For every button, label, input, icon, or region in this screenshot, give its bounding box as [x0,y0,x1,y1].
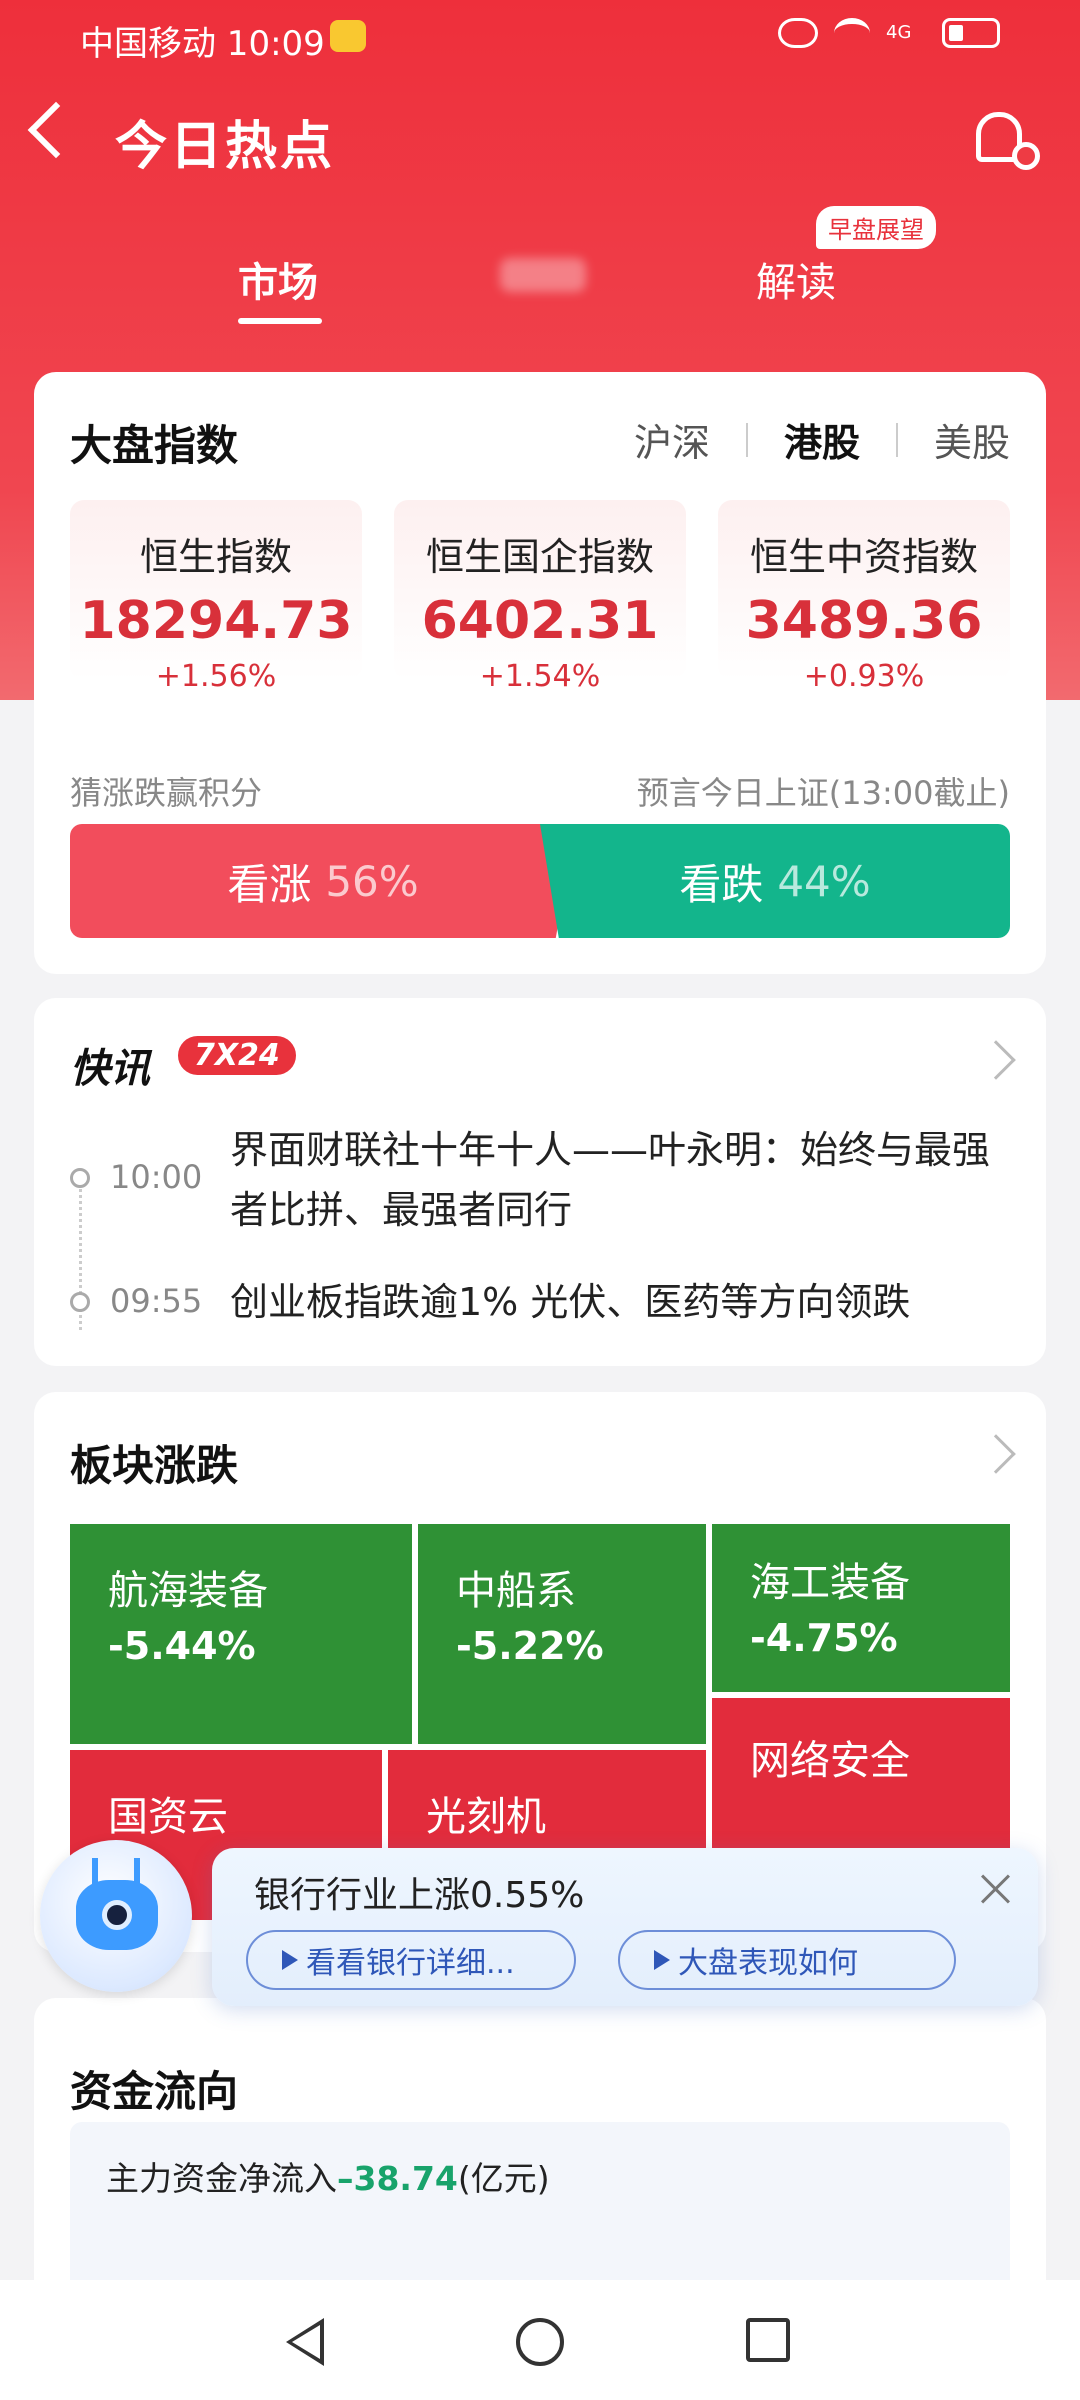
sector-tile[interactable]: 中船系 -5.22% [418,1524,706,1744]
news-time: 09:55 [110,1282,203,1320]
index-change: +0.93% [803,659,925,694]
nav-back-icon[interactable] [286,2318,324,2366]
index-card-title: 大盘指数 [70,421,239,470]
eye-icon [778,18,818,48]
news-logo: 快讯 [70,1046,150,1092]
vote-down-pct: 44% [777,856,871,906]
index-tile[interactable]: 恒生指数 18294.73 +1.56% [70,500,362,694]
robot-eye [102,1900,132,1930]
timeline-dot [70,1168,90,1188]
market-performance-label: 大盘表现如何 [678,1946,858,1981]
news-headline[interactable]: 界面财联社十年十人——叶永明：始终与最强者比拼、最强者同行 [230,1120,1010,1240]
close-icon[interactable] [976,1868,1016,1908]
sector-change: -5.44% [108,1624,256,1668]
chevron-right-icon[interactable] [976,1040,1016,1080]
divider [745,422,748,457]
sector-name: 网络安全 [750,1738,910,1784]
sector-change: -5.22% [456,1624,604,1668]
news-time: 10:00 [110,1158,203,1196]
system-nav-bar [0,2280,1080,2400]
robot-head [76,1880,158,1950]
status-bar: 中国移动 10:09 4G [0,0,1080,80]
tab-badge: 早盘展望 [816,206,936,249]
sector-name: 海工装备 [750,1560,910,1606]
weibo-notification-icon [330,20,366,52]
wifi-icon [834,18,870,48]
fund-flow-summary: 主力资金净流入–38.74(亿元) [106,2152,550,2200]
vote-up-label: 看涨 [227,859,312,909]
index-value: 18294.73 [79,591,353,651]
antenna [134,1858,140,1884]
news-tag: 7X24 [178,1036,296,1075]
bank-detail-label: 看看银行详细... [306,1946,515,1981]
fund-flow-label: 主力资金净流入 [106,2159,337,2198]
play-icon [654,1950,670,1970]
fund-flow-card: 资金流向 主力资金净流入–38.74(亿元) [34,1998,1046,2332]
index-change: +1.56% [155,659,277,694]
index-card: 大盘指数 沪深 港股 美股 恒生指数 18294.73 +1.56% 恒生国企指… [34,372,1046,974]
tab-interpretation[interactable]: 解读 [756,250,836,308]
battery-icon [942,18,1000,48]
tab-active-indicator [238,318,322,324]
news-card[interactable]: 快讯 7X24 10:00 界面财联社十年十人——叶永明：始终与最强者比拼、最强… [34,998,1046,1366]
segment-us[interactable]: 美股 [934,412,1010,467]
fund-flow-title: 资金流向 [70,2067,239,2116]
index-tile[interactable]: 恒生中资指数 3489.36 +0.93% [718,500,1010,694]
predict-caption: 预言今日上证(13:00截止) [636,774,1010,812]
sector-tile[interactable]: 航海装备 -5.44% [70,1524,412,1744]
antenna [92,1858,98,1884]
bank-detail-button[interactable]: 看看银行详细... [246,1930,576,1990]
index-change: +1.54% [479,659,601,694]
news-headline[interactable]: 创业板指跌逾1% 光伏、医药等方向领跌 [230,1272,1010,1332]
notification-settings-icon[interactable] [976,108,1040,170]
carrier-time: 中国移动 10:09 [80,24,325,64]
segment-hk[interactable]: 港股 [784,412,860,467]
index-name: 恒生国企指数 [425,535,654,579]
assistant-avatar-icon[interactable] [40,1840,192,1992]
sector-name: 航海装备 [108,1568,268,1614]
sector-name: 光刻机 [426,1794,546,1840]
sector-change: -4.75% [750,1616,898,1660]
sector-name: 国资云 [108,1794,228,1840]
vote-up-pct: 56% [325,856,419,906]
segment-hs[interactable]: 沪深 [634,412,710,467]
nav-recent-apps-icon[interactable] [746,2318,790,2362]
vote-down-button[interactable]: 看跌 44% [540,824,1010,938]
fund-flow-value: –38.74 [337,2159,458,2198]
index-value: 6402.31 [421,591,659,651]
page-title: 今日热点 [115,117,336,177]
sector-tile[interactable]: 海工装备 -4.75% [712,1524,1010,1692]
gear-icon [1012,142,1040,170]
signal-icon: 4G [886,22,912,43]
index-name: 恒生中资指数 [749,535,978,579]
index-value: 3489.36 [745,591,983,651]
market-performance-button[interactable]: 大盘表现如何 [618,1930,956,1990]
index-tile[interactable]: 恒生国企指数 6402.31 +1.54% [394,500,686,694]
vote-up-button[interactable]: 看涨 56% [70,824,576,938]
chevron-right-icon[interactable] [976,1434,1016,1474]
market-segment-control: 沪深 港股 美股 [634,412,1010,467]
index-name: 恒生指数 [139,535,292,579]
play-icon [282,1950,298,1970]
tab-market[interactable]: 市场 [238,250,318,308]
guess-caption: 猜涨跌赢积分 [70,774,263,812]
assistant-popup: 银行行业上涨0.55% 看看银行详细... 大盘表现如何 [212,1848,1038,2006]
vote-down-label: 看跌 [679,859,764,909]
assistant-message: 银行行业上涨0.55% [254,1875,585,1916]
sector-card-title: 板块涨跌 [70,1441,239,1490]
sector-name: 中船系 [456,1568,576,1614]
fund-flow-unit: (亿元) [457,2159,550,2198]
timeline-dot [70,1292,90,1312]
nav-home-icon[interactable] [516,2318,564,2366]
tab-hidden[interactable] [500,258,586,292]
divider [895,422,898,457]
